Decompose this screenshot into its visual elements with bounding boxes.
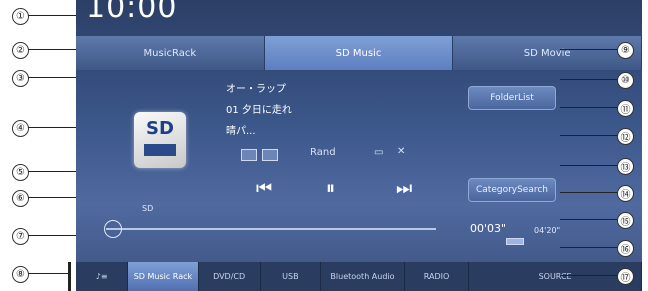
audio-screen: 10:00 MusicRack SD Music SD Movie SD オー・… xyxy=(76,0,642,291)
callout-16: ⑯ xyxy=(617,240,634,257)
source-bar: ♪≡ SD Music Rack DVD/CD USB Bluetooth Au… xyxy=(76,262,642,291)
album-name: 晴パ... xyxy=(226,126,256,137)
time-indicator xyxy=(506,238,524,245)
clock: 10:00 xyxy=(86,0,178,25)
bottom-tab-sd-music-rack[interactable]: SD Music Rack xyxy=(128,262,199,291)
tab-sd-movie[interactable]: SD Movie xyxy=(453,36,642,70)
category-search-button[interactable]: CategorySearch xyxy=(468,178,556,202)
callout-line xyxy=(560,275,617,276)
next-track-icon[interactable]: ⏭ xyxy=(396,178,412,199)
tab-sd-music[interactable]: SD Music xyxy=(264,36,454,70)
callout-2: ② xyxy=(12,42,29,59)
bottom-tab-radio[interactable]: RADIO xyxy=(405,262,470,291)
bottom-tab-usb[interactable]: USB xyxy=(261,262,321,291)
callout-5: ⑤ xyxy=(12,164,29,181)
music-list-icon[interactable]: ♪≡ xyxy=(76,262,129,291)
callout-line xyxy=(560,49,617,50)
shuffle-icon[interactable]: ✕ xyxy=(397,146,405,157)
callout-10: ⑩ xyxy=(617,72,634,89)
play-mode-label[interactable]: Rand xyxy=(310,147,336,158)
callout-13: ⑬ xyxy=(617,158,634,175)
slider-knob[interactable] xyxy=(104,220,122,238)
artist-name: オー・ラップ xyxy=(226,84,286,95)
callout-1: ① xyxy=(12,8,29,25)
callout-line xyxy=(28,77,76,78)
total-time: 04'20" xyxy=(534,226,561,235)
callout-9: ⑨ xyxy=(617,42,634,59)
pause-icon[interactable]: ⏸ xyxy=(326,178,335,199)
callout-line xyxy=(28,127,76,128)
callout-8: ⑧ xyxy=(12,266,29,283)
callout-15: ⑮ xyxy=(617,212,634,229)
prev-track-icon[interactable]: ⏮ xyxy=(256,178,272,199)
artist-mode-button[interactable] xyxy=(241,149,257,161)
callout-line xyxy=(560,107,617,108)
track-title: 01 夕日に走れ xyxy=(226,105,292,116)
callout-line xyxy=(560,247,617,248)
callout-line xyxy=(560,135,617,136)
sd-card-icon: SD xyxy=(134,112,186,168)
callout-4: ④ xyxy=(12,120,29,137)
callout-line xyxy=(28,235,76,236)
callout-line xyxy=(28,49,76,50)
callout-line xyxy=(560,165,617,166)
folder-list-button[interactable]: FolderList xyxy=(468,86,556,110)
callout-line xyxy=(28,171,76,172)
callout-12: ⑫ xyxy=(617,128,634,145)
callout-line xyxy=(28,273,68,274)
callout-11: ⑪ xyxy=(617,100,634,117)
bottom-tab-dvd-cd[interactable]: DVD/CD xyxy=(199,262,261,291)
callout-line xyxy=(560,192,617,193)
slider-label: SD xyxy=(142,204,154,213)
callout-3: ③ xyxy=(12,70,29,87)
callout-14: ⑭ xyxy=(617,185,634,202)
callout-line xyxy=(28,15,76,16)
callout-6: ⑥ xyxy=(12,190,29,207)
source-tabs: MusicRack SD Music SD Movie xyxy=(76,36,642,70)
progress-slider[interactable] xyxy=(106,228,436,230)
repeat-icon[interactable]: ▭ xyxy=(374,147,383,158)
callout-7: ⑦ xyxy=(12,228,29,245)
callout-17: ⑰ xyxy=(617,268,634,285)
bottom-tab-bluetooth-audio[interactable]: Bluetooth Audio xyxy=(321,262,405,291)
tab-musicrack[interactable]: MusicRack xyxy=(76,36,265,70)
callout-line xyxy=(28,197,76,198)
callout-line xyxy=(560,79,617,80)
elapsed-time: 00'03" xyxy=(470,222,507,235)
callout-line xyxy=(560,219,617,220)
callout-bracket xyxy=(68,262,71,291)
album-mode-button[interactable] xyxy=(262,149,278,161)
